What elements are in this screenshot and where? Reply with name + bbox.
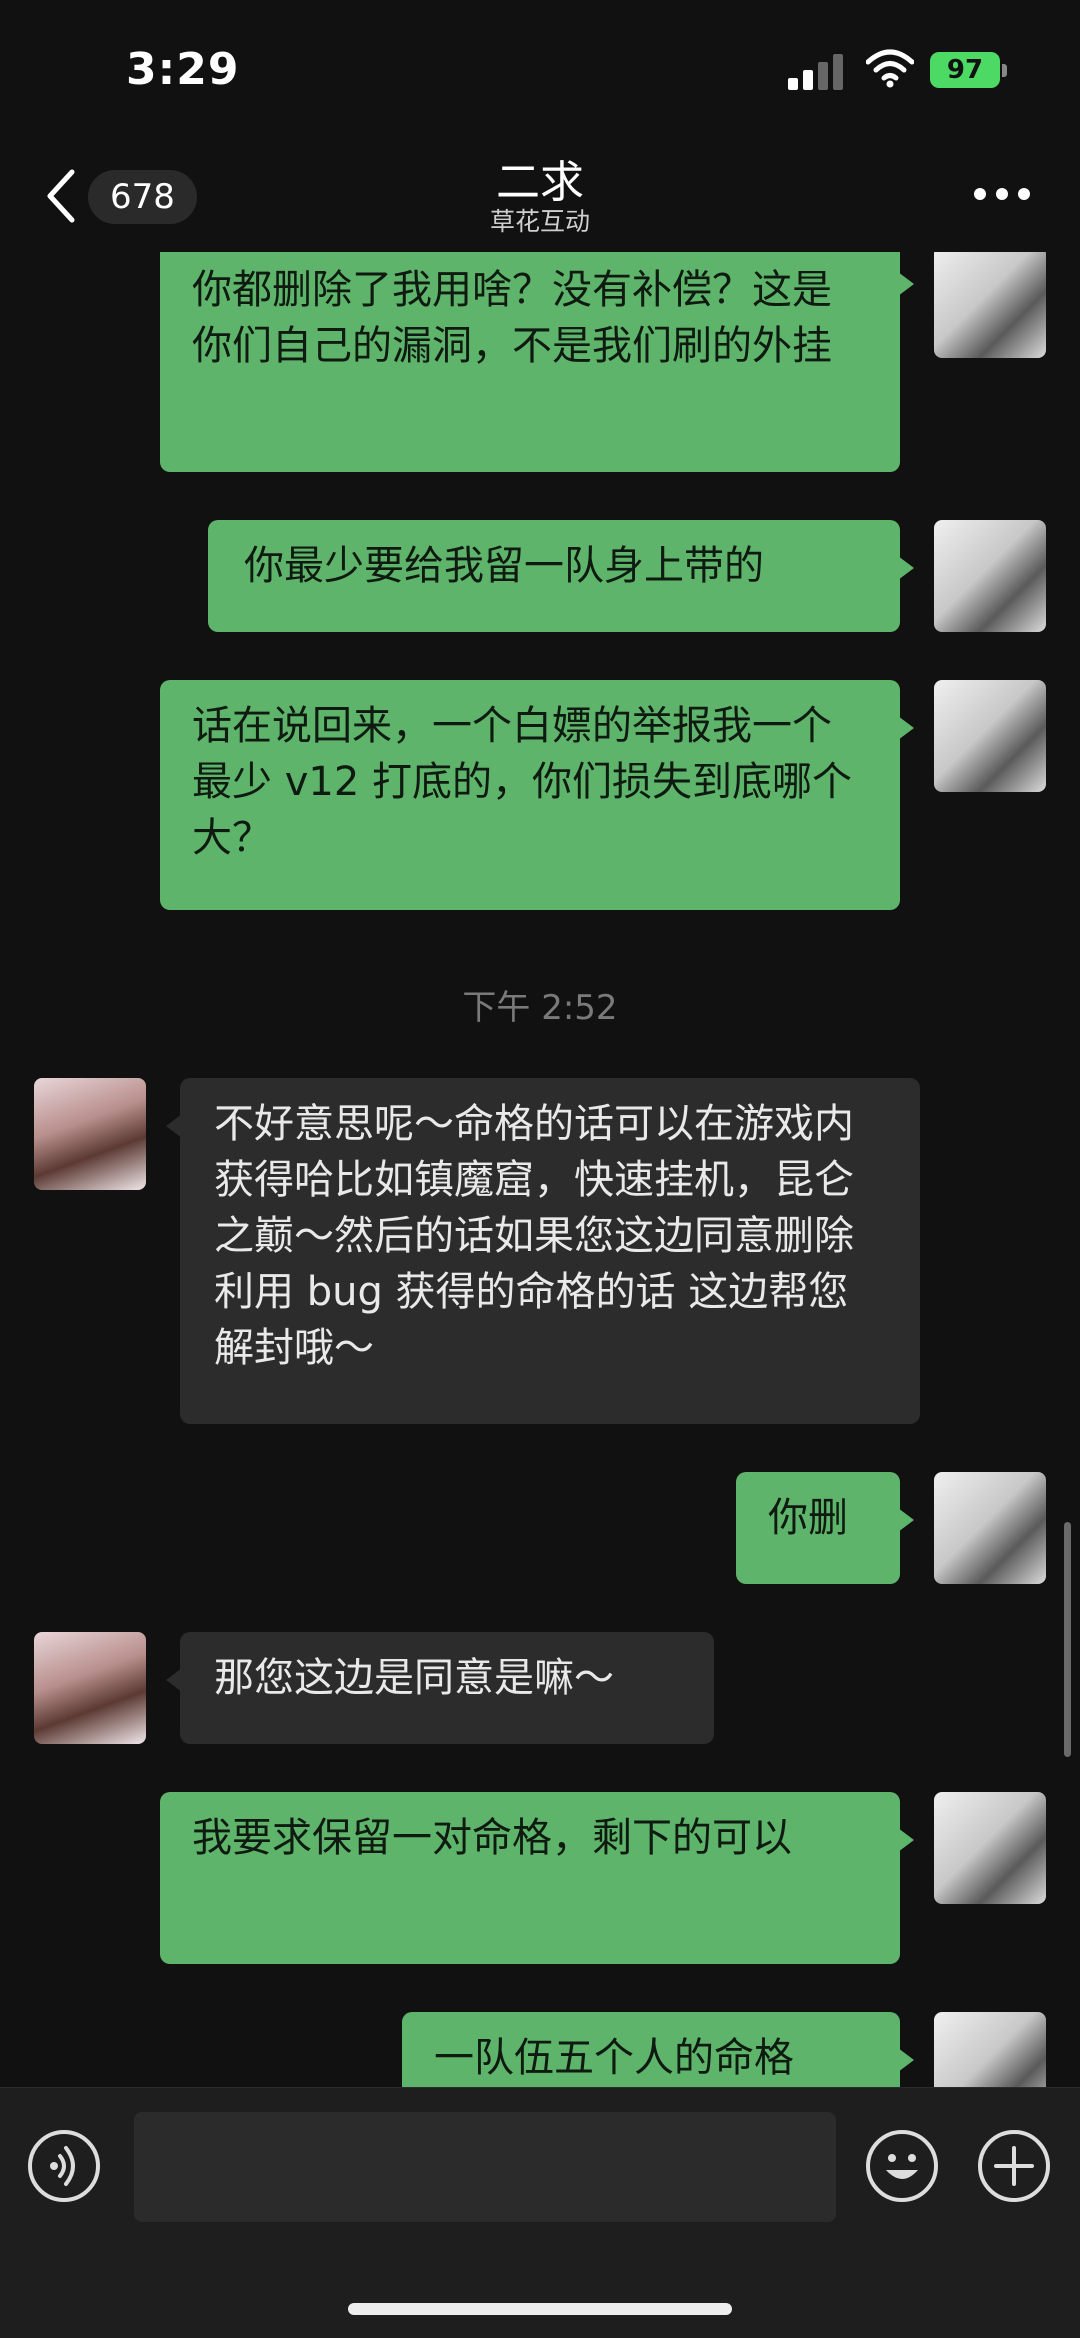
- battery-icon: 97: [930, 52, 1000, 88]
- scrollbar[interactable]: [1064, 1522, 1071, 1757]
- plus-icon[interactable]: [978, 2130, 1050, 2202]
- message-bubble-received[interactable]: 那您这边是同意是嘛～: [166, 1632, 714, 1744]
- my-avatar[interactable]: [934, 252, 1046, 358]
- contact-avatar[interactable]: [34, 1632, 146, 1744]
- my-avatar[interactable]: [934, 1792, 1046, 1904]
- message-list[interactable]: 你都删除了我用啥？没有补偿？这是你们自己的漏洞，不是我们刷的外挂 你最少要给我留…: [0, 252, 1080, 2087]
- emoji-icon[interactable]: [866, 2130, 938, 2202]
- voice-icon[interactable]: [28, 2130, 100, 2202]
- my-avatar[interactable]: [934, 1472, 1046, 1584]
- message-bubble-sent[interactable]: 你删: [736, 1472, 914, 1584]
- status-time: 3:29: [126, 44, 240, 95]
- battery-tip: [1002, 64, 1007, 77]
- message-bubble-sent[interactable]: 我要求保留一对命格，剩下的可以: [160, 1792, 914, 1964]
- status-bar: 3:29 97: [0, 0, 1080, 140]
- battery-level: 97: [946, 55, 984, 85]
- my-avatar[interactable]: [934, 2012, 1046, 2087]
- message-bubble-sent[interactable]: 你最少要给我留一队身上带的: [208, 520, 914, 632]
- message-input[interactable]: [134, 2112, 836, 2222]
- contact-avatar[interactable]: [34, 1078, 146, 1190]
- message-bubble-sent[interactable]: 你都删除了我用啥？没有补偿？这是你们自己的漏洞，不是我们刷的外挂: [160, 252, 914, 472]
- chat-header: 678 二求 草花互动: [0, 140, 1080, 252]
- message-timestamp: 下午 2:52: [462, 988, 618, 1028]
- my-avatar[interactable]: [934, 680, 1046, 792]
- signal-icon: [788, 52, 846, 90]
- more-dots-icon[interactable]: [974, 188, 1030, 204]
- home-indicator[interactable]: [348, 2303, 732, 2315]
- wifi-icon: [866, 49, 914, 88]
- chat-title: 二求: [496, 157, 584, 208]
- message-bubble-sent[interactable]: 话在说回来，一个白嫖的举报我一个最少 v12 打底的，你们损失到底哪个大？: [160, 680, 914, 910]
- chat-subtitle: 草花互动: [489, 207, 590, 236]
- message-bubble-received[interactable]: 不好意思呢～命格的话可以在游戏内获得哈比如镇魔窟，快速挂机，昆仑之巅～然后的话如…: [166, 1078, 920, 1424]
- input-bar: [0, 2087, 1080, 2338]
- message-bubble-sent[interactable]: 一队伍五个人的命格: [402, 2012, 914, 2087]
- my-avatar[interactable]: [934, 520, 1046, 632]
